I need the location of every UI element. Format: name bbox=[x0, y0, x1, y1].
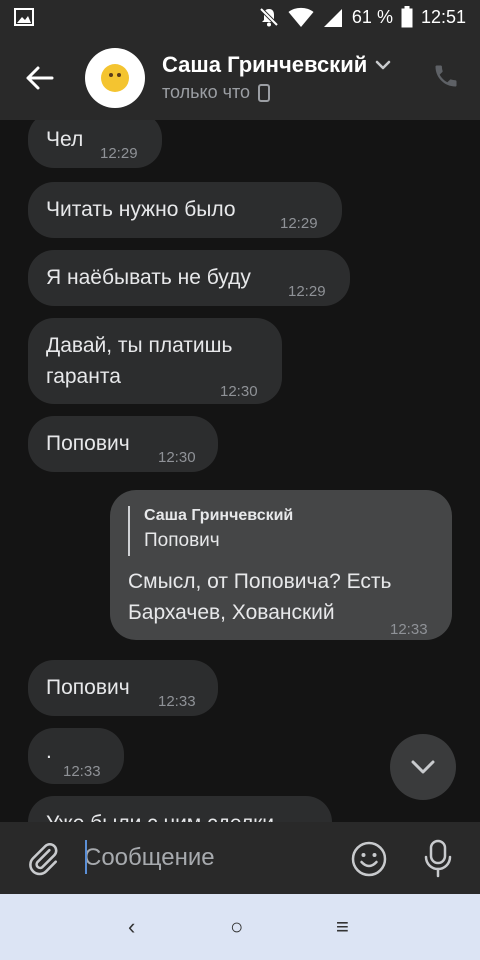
message-time: 12:29 bbox=[280, 215, 318, 232]
battery-percent: 61 % bbox=[351, 6, 393, 27]
message-time: 12:33 bbox=[63, 763, 101, 780]
message-text: Читать нужно было bbox=[46, 198, 236, 221]
arrow-left-icon bbox=[26, 66, 54, 90]
microphone-icon bbox=[424, 839, 452, 878]
emoji-button[interactable] bbox=[350, 840, 388, 883]
message-bubble[interactable]: Уже были с ним сделки bbox=[28, 796, 332, 822]
call-button[interactable] bbox=[432, 62, 460, 95]
message-input[interactable] bbox=[84, 836, 324, 880]
message-bubble-outgoing[interactable]: Саша Гринчевский Попович Смысл, от Попов… bbox=[110, 490, 452, 640]
cellular-signal-icon bbox=[322, 6, 344, 28]
message-text: Попович bbox=[46, 676, 130, 699]
message-text: Уже были с ним сделки bbox=[46, 808, 274, 822]
chat-header: Саша Гринчевский только что bbox=[0, 36, 480, 120]
message-bubble[interactable]: Чел 12:29 bbox=[28, 120, 162, 168]
message-bubble[interactable]: Читать нужно было 12:29 bbox=[28, 182, 342, 238]
message-bubble[interactable]: Попович 12:33 bbox=[28, 660, 218, 716]
mobile-phone-icon bbox=[258, 83, 271, 102]
message-text: Попович bbox=[46, 432, 130, 455]
message-bubble[interactable]: Давай, ты платишь гаранта 12:30 bbox=[28, 318, 282, 404]
message-text: Смысл, от Поповича? Есть Бархачев, Хован… bbox=[128, 570, 392, 624]
nav-back-button[interactable]: ‹ bbox=[128, 914, 135, 940]
nav-home-button[interactable]: ○ bbox=[230, 914, 243, 940]
last-seen-text: только что bbox=[162, 82, 251, 102]
message-bubble[interactable]: . 12:33 bbox=[28, 728, 124, 784]
message-time: 12:29 bbox=[100, 145, 138, 162]
message-time: 12:33 bbox=[158, 693, 196, 710]
message-time: 12:30 bbox=[220, 383, 258, 400]
message-text: Давай, ты платишь гаранта bbox=[46, 334, 233, 388]
message-text: Я наёбывать не буду bbox=[46, 266, 251, 289]
message-time: 12:29 bbox=[288, 283, 326, 300]
system-navigation-bar: ‹ ○ ≡ bbox=[0, 894, 480, 960]
thinking-face-icon bbox=[101, 64, 129, 92]
text-cursor bbox=[85, 840, 87, 874]
message-bubble[interactable]: Попович 12:30 bbox=[28, 416, 218, 472]
battery-icon bbox=[401, 6, 413, 28]
contact-name-button[interactable]: Саша Гринчевский bbox=[162, 52, 391, 78]
mute-notifications-icon bbox=[258, 6, 280, 28]
message-text: . bbox=[46, 740, 52, 763]
contact-status: только что bbox=[162, 82, 271, 103]
back-button[interactable] bbox=[22, 60, 62, 96]
avatar[interactable] bbox=[85, 48, 145, 108]
nav-recents-button[interactable]: ≡ bbox=[336, 914, 349, 940]
message-time: 12:30 bbox=[158, 449, 196, 466]
reply-quote[interactable]: Саша Гринчевский Попович bbox=[128, 506, 293, 556]
message-list[interactable]: Чел 12:29 Читать нужно было 12:29 Я наёб… bbox=[0, 120, 480, 822]
message-time: 12:33 bbox=[390, 621, 428, 638]
gallery-notification-icon bbox=[14, 8, 34, 31]
chevron-down-icon bbox=[376, 60, 391, 70]
clock: 12:51 bbox=[420, 6, 466, 27]
message-bubble[interactable]: Я наёбывать не буду 12:29 bbox=[28, 250, 350, 306]
smiley-icon bbox=[351, 841, 387, 877]
message-text: Чел bbox=[46, 128, 84, 151]
chevron-down-icon bbox=[411, 760, 435, 774]
attach-button[interactable] bbox=[26, 840, 60, 881]
wifi-icon bbox=[288, 6, 314, 28]
message-composer bbox=[0, 822, 480, 894]
voice-message-button[interactable] bbox=[420, 838, 456, 883]
scroll-to-bottom-button[interactable] bbox=[390, 734, 456, 800]
phone-icon bbox=[435, 65, 457, 87]
contact-name: Саша Гринчевский bbox=[162, 52, 368, 77]
status-bar: 61 % 12:51 bbox=[0, 0, 480, 36]
reply-author: Саша Гринчевский bbox=[144, 507, 294, 524]
reply-text: Попович bbox=[144, 530, 220, 551]
paperclip-icon bbox=[29, 843, 58, 876]
